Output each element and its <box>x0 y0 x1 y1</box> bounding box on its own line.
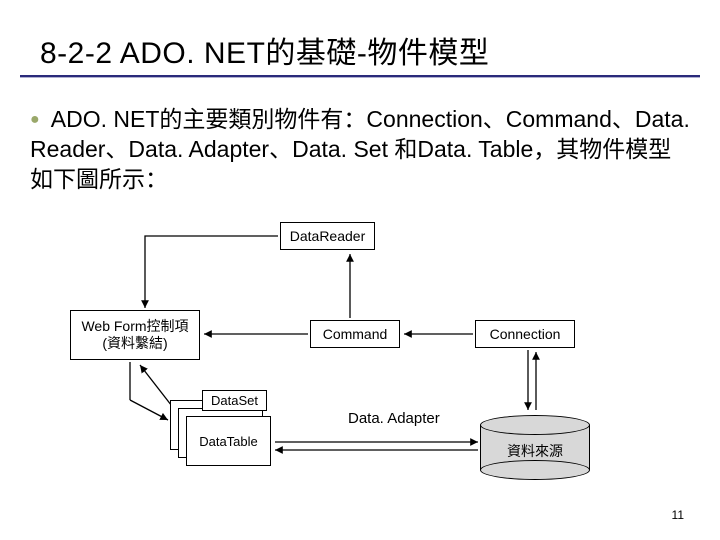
datasource-label: 資料來源 <box>480 441 590 461</box>
cylinder-top <box>480 415 590 435</box>
box-command: Command <box>310 320 400 348</box>
webform-line1: Web Form控制項 <box>81 318 188 335</box>
box-datatable: DataTable <box>186 416 271 466</box>
cylinder-datasource: 資料來源 <box>480 415 590 470</box>
webform-line2: (資料繫結) <box>102 335 167 352</box>
page-number: 11 <box>672 508 684 522</box>
object-model-diagram: DataReader Web Form控制項 (資料繫結) Command Co… <box>50 210 670 490</box>
title-underline-light <box>20 77 700 78</box>
box-webform: Web Form控制項 (資料繫結) <box>70 310 200 360</box>
box-datareader: DataReader <box>280 222 375 250</box>
bullet-text: ADO. NET的主要類別物件有：Connection、Command、Data… <box>30 105 690 195</box>
box-connection: Connection <box>475 320 575 348</box>
cylinder-bottom <box>480 460 590 480</box>
label-dataadapter: Data. Adapter <box>348 410 440 427</box>
bullet-content: ADO. NET的主要類別物件有：Connection、Command、Data… <box>30 106 690 192</box>
box-dataset: DataSet <box>202 390 267 411</box>
slide-title: 8-2-2 ADO. NET的基礎-物件模型 <box>40 28 489 72</box>
box-datatable-stack: DataTable <box>170 400 270 475</box>
